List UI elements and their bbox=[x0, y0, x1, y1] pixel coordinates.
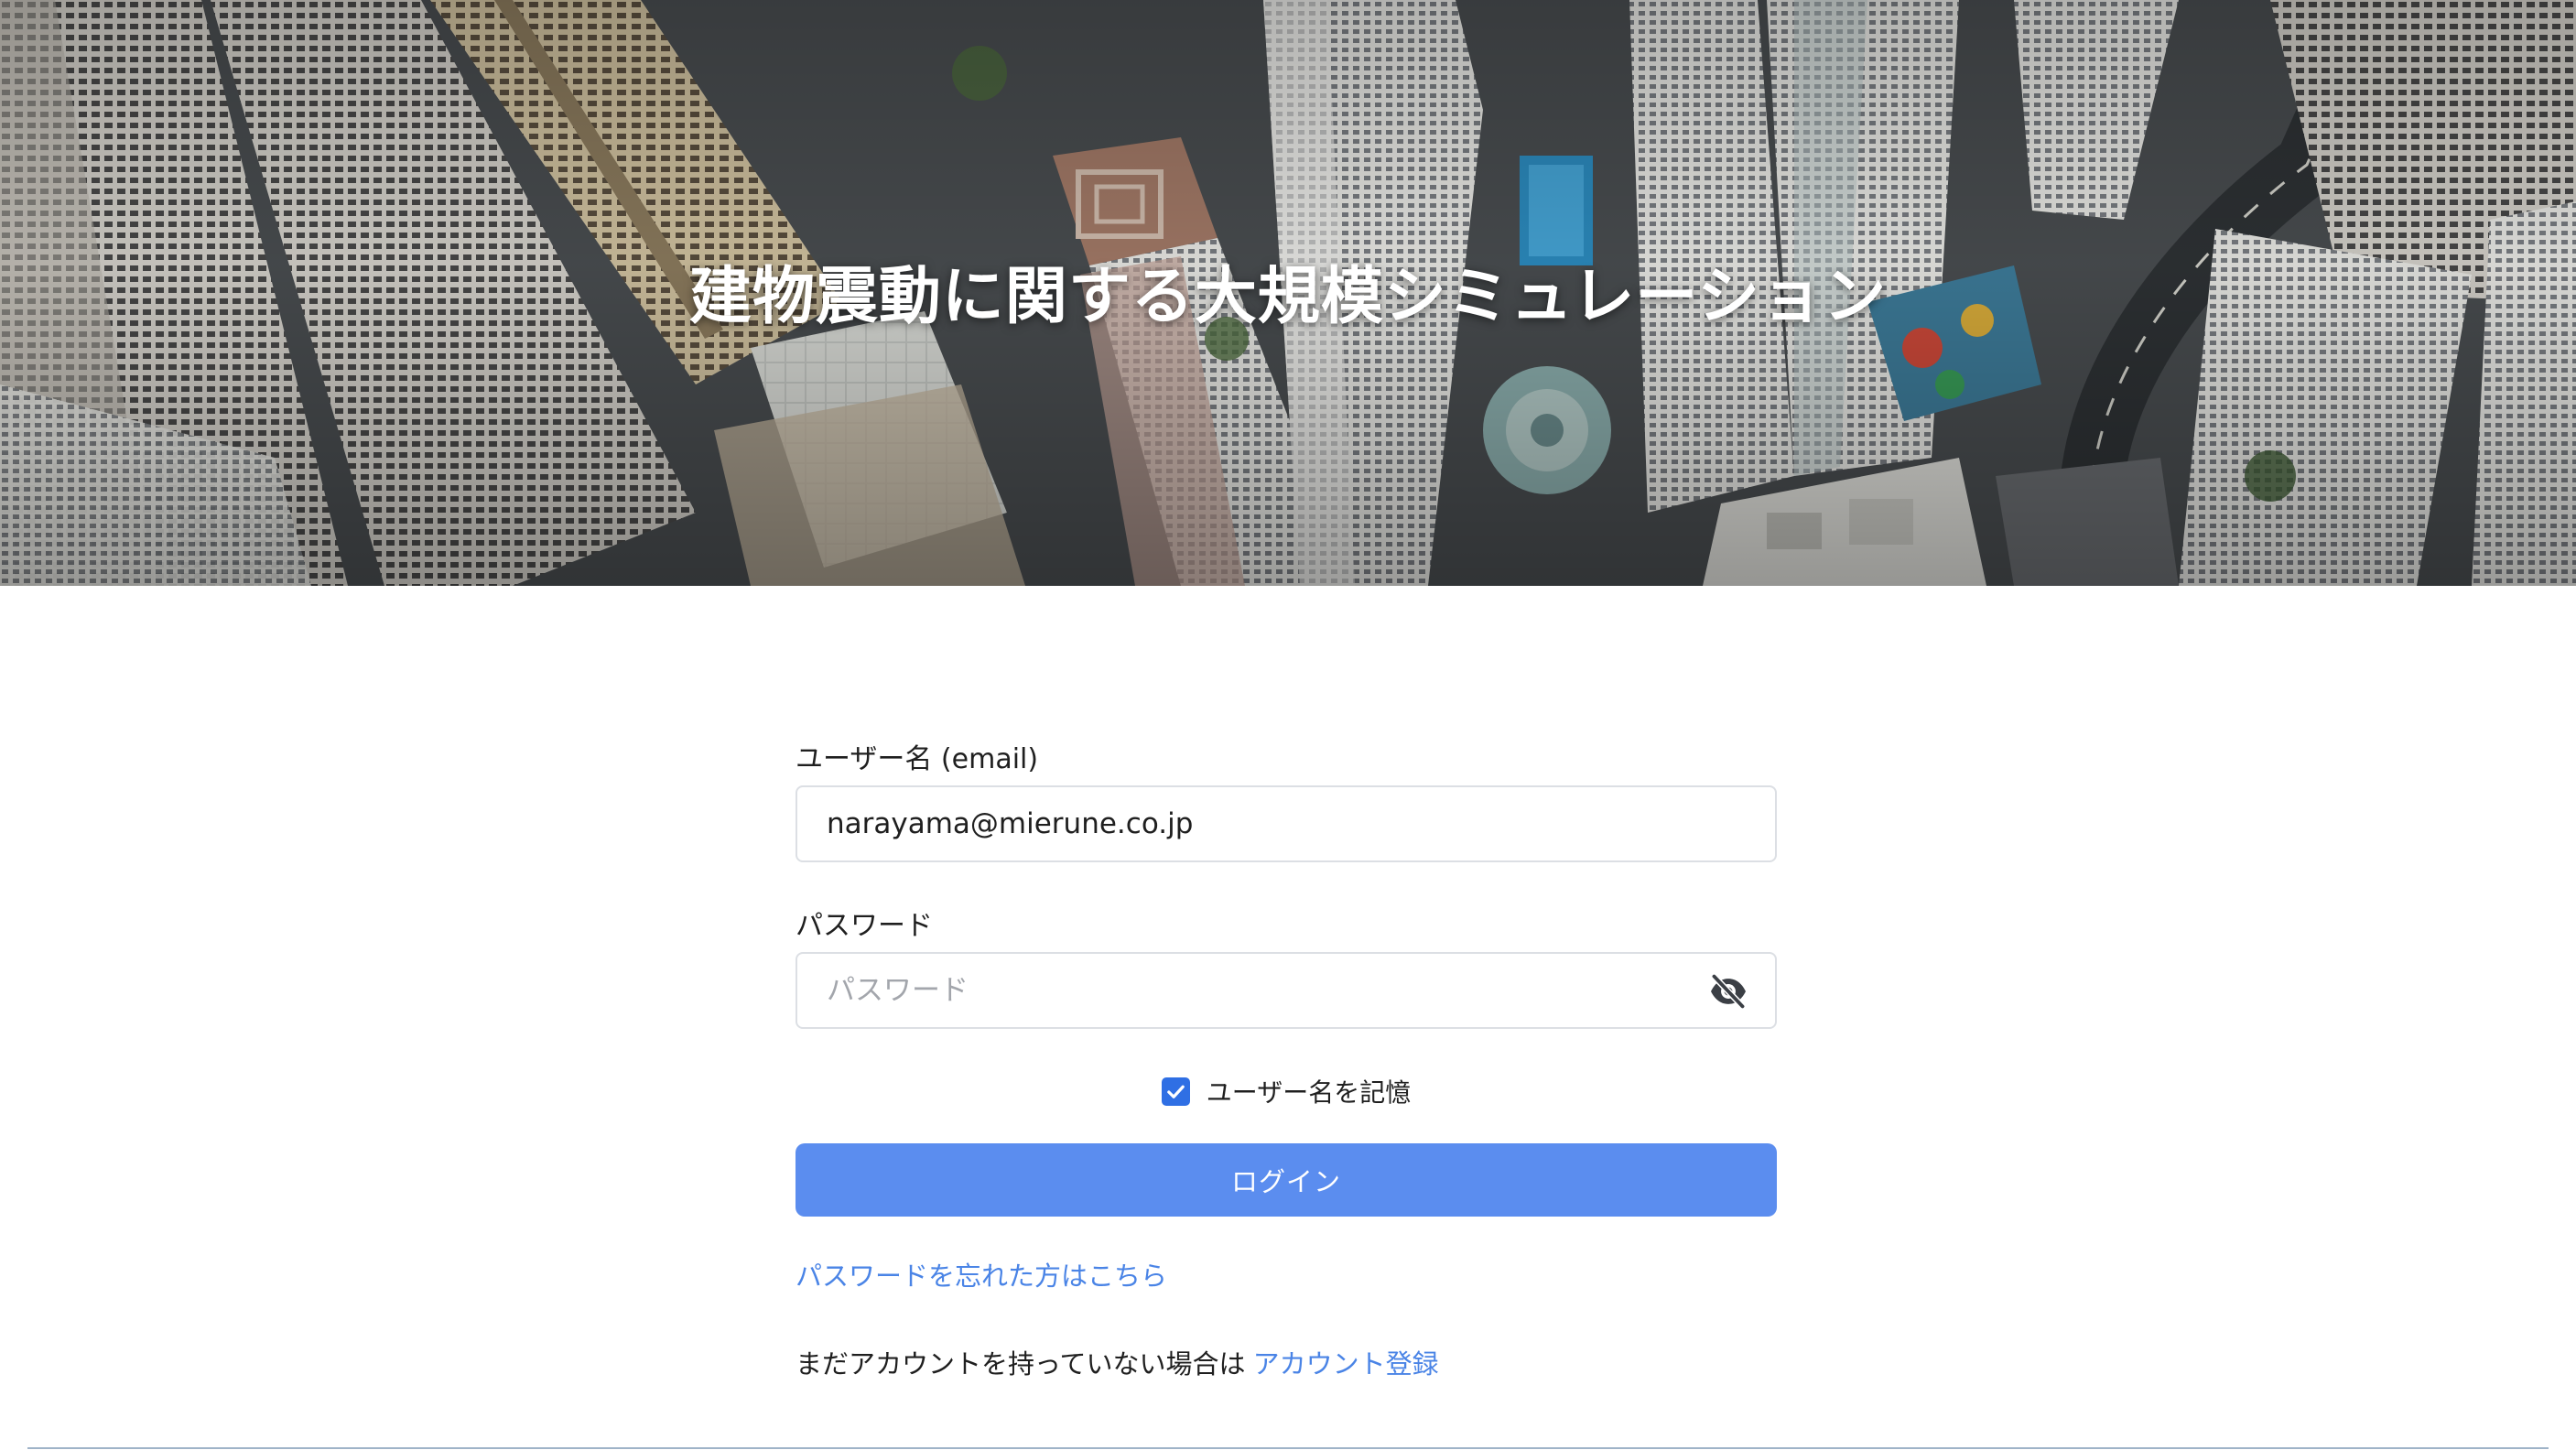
login-form: ユーザー名 (email) パスワード ユーザー名を記憶 ログイン パスワードを… bbox=[796, 741, 1777, 1381]
check-icon bbox=[1166, 1085, 1185, 1098]
password-label: パスワード bbox=[796, 910, 933, 942]
username-label: ユーザー名 (email) bbox=[796, 743, 1039, 775]
footer-divider bbox=[27, 1447, 2549, 1449]
remember-username-label[interactable]: ユーザー名を記憶 bbox=[1207, 1073, 1411, 1109]
signup-row: まだアカウントを持っていない場合は アカウント登録 bbox=[796, 1343, 1777, 1381]
password-input[interactable] bbox=[797, 954, 1775, 1027]
remember-username-row: ユーザー名を記憶 bbox=[796, 1075, 1777, 1108]
signup-prompt: まだアカウントを持っていない場合は bbox=[796, 1348, 1246, 1380]
login-button[interactable]: ログイン bbox=[796, 1143, 1777, 1217]
eye-slash-icon[interactable] bbox=[1709, 974, 1748, 1009]
username-input[interactable] bbox=[797, 787, 1775, 860]
signup-link[interactable]: アカウント登録 bbox=[1253, 1348, 1439, 1380]
password-field-wrapper bbox=[796, 952, 1777, 1029]
remember-username-checkbox[interactable] bbox=[1161, 1077, 1190, 1106]
forgot-password-link[interactable]: パスワードを忘れた方はこちら bbox=[796, 1255, 1167, 1293]
username-field-wrapper bbox=[796, 785, 1777, 862]
hero-banner: 建物震動に関する大規模シミュレーション bbox=[0, 0, 2576, 586]
page-title: 建物震動に関する大規模シミュレーション bbox=[688, 261, 1888, 333]
